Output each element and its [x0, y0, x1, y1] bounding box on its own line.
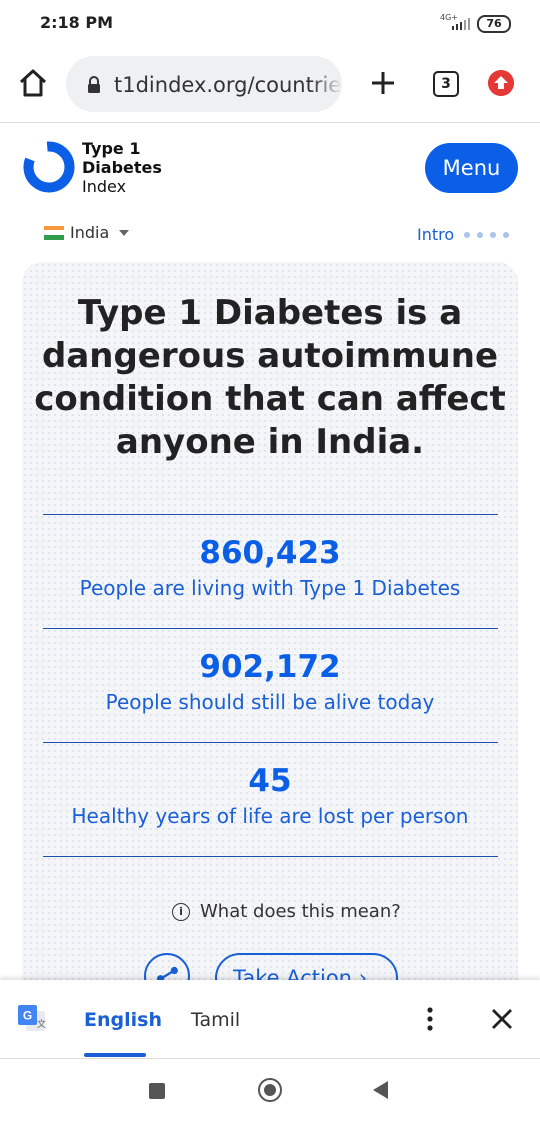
- stat-alive-label: People should still be alive today: [105, 690, 435, 714]
- progress-dots: [464, 231, 510, 238]
- divider: [43, 856, 498, 857]
- svg-text:G: G: [23, 1009, 32, 1023]
- intro-progress[interactable]: Intro: [417, 225, 510, 244]
- info-link-label: What does this mean?: [200, 901, 401, 922]
- country-label: India: [70, 223, 110, 242]
- stat-years-value: 45: [248, 763, 292, 799]
- divider: [43, 514, 498, 515]
- language-tab-english[interactable]: English: [84, 1009, 162, 1031]
- home-icon[interactable]: [16, 66, 50, 100]
- india-flag-icon: [44, 225, 64, 240]
- google-translate-icon[interactable]: G 文: [17, 1004, 47, 1034]
- translate-bar: G 文 English Tamil: [0, 980, 540, 1059]
- stat-living-label: People are living with Type 1 Diabetes: [79, 576, 461, 600]
- active-tab-indicator: [84, 1053, 146, 1057]
- info-icon: i: [172, 902, 190, 921]
- intro-label: Intro: [417, 225, 455, 244]
- close-icon[interactable]: [490, 1007, 514, 1031]
- new-tab-icon[interactable]: [368, 68, 398, 98]
- logo-line-2: Diabetes: [82, 158, 162, 177]
- home-button-icon[interactable]: [258, 1078, 282, 1102]
- language-tab-tamil[interactable]: Tamil: [191, 1009, 240, 1031]
- status-time: 2:18 PM: [40, 13, 114, 32]
- recents-icon[interactable]: [149, 1083, 165, 1099]
- battery-icon: 76: [477, 15, 511, 33]
- status-bar: 2:18 PM 4G+ 76: [0, 0, 540, 46]
- menu-button[interactable]: Menu: [425, 143, 518, 193]
- svg-text:文: 文: [37, 1018, 46, 1030]
- divider: [43, 628, 498, 629]
- tab-switcher-button[interactable]: 3: [433, 71, 459, 97]
- back-icon[interactable]: [373, 1081, 388, 1099]
- browser-toolbar: t1dindex.org/countries 3: [0, 52, 540, 123]
- more-options-icon[interactable]: [422, 1006, 438, 1032]
- what-does-this-mean-link[interactable]: i What does this mean?: [172, 901, 401, 922]
- stat-alive-value: 902,172: [199, 649, 341, 685]
- country-selector[interactable]: India: [44, 223, 130, 242]
- upload-icon[interactable]: [488, 70, 514, 96]
- t1d-index-logo-icon[interactable]: [22, 139, 78, 195]
- signal-icon: [452, 18, 470, 30]
- system-nav-bar: [0, 1059, 540, 1123]
- logo-line-3: Index: [82, 177, 127, 196]
- lock-icon: [88, 76, 100, 93]
- site-logo[interactable]: Type 1 Diabetes Index: [82, 139, 162, 196]
- chevron-down-icon: [119, 229, 130, 236]
- stat-years-label: Healthy years of life are lost per perso…: [71, 804, 469, 828]
- logo-line-1: Type 1: [82, 139, 141, 158]
- url-text: t1dindex.org/countries: [114, 73, 342, 97]
- address-bar[interactable]: t1dindex.org/countries: [66, 56, 342, 112]
- stat-living-value: 860,423: [199, 535, 341, 571]
- page-headline: Type 1 Diabetes is a dangerous autoimmun…: [34, 293, 506, 462]
- divider: [43, 742, 498, 743]
